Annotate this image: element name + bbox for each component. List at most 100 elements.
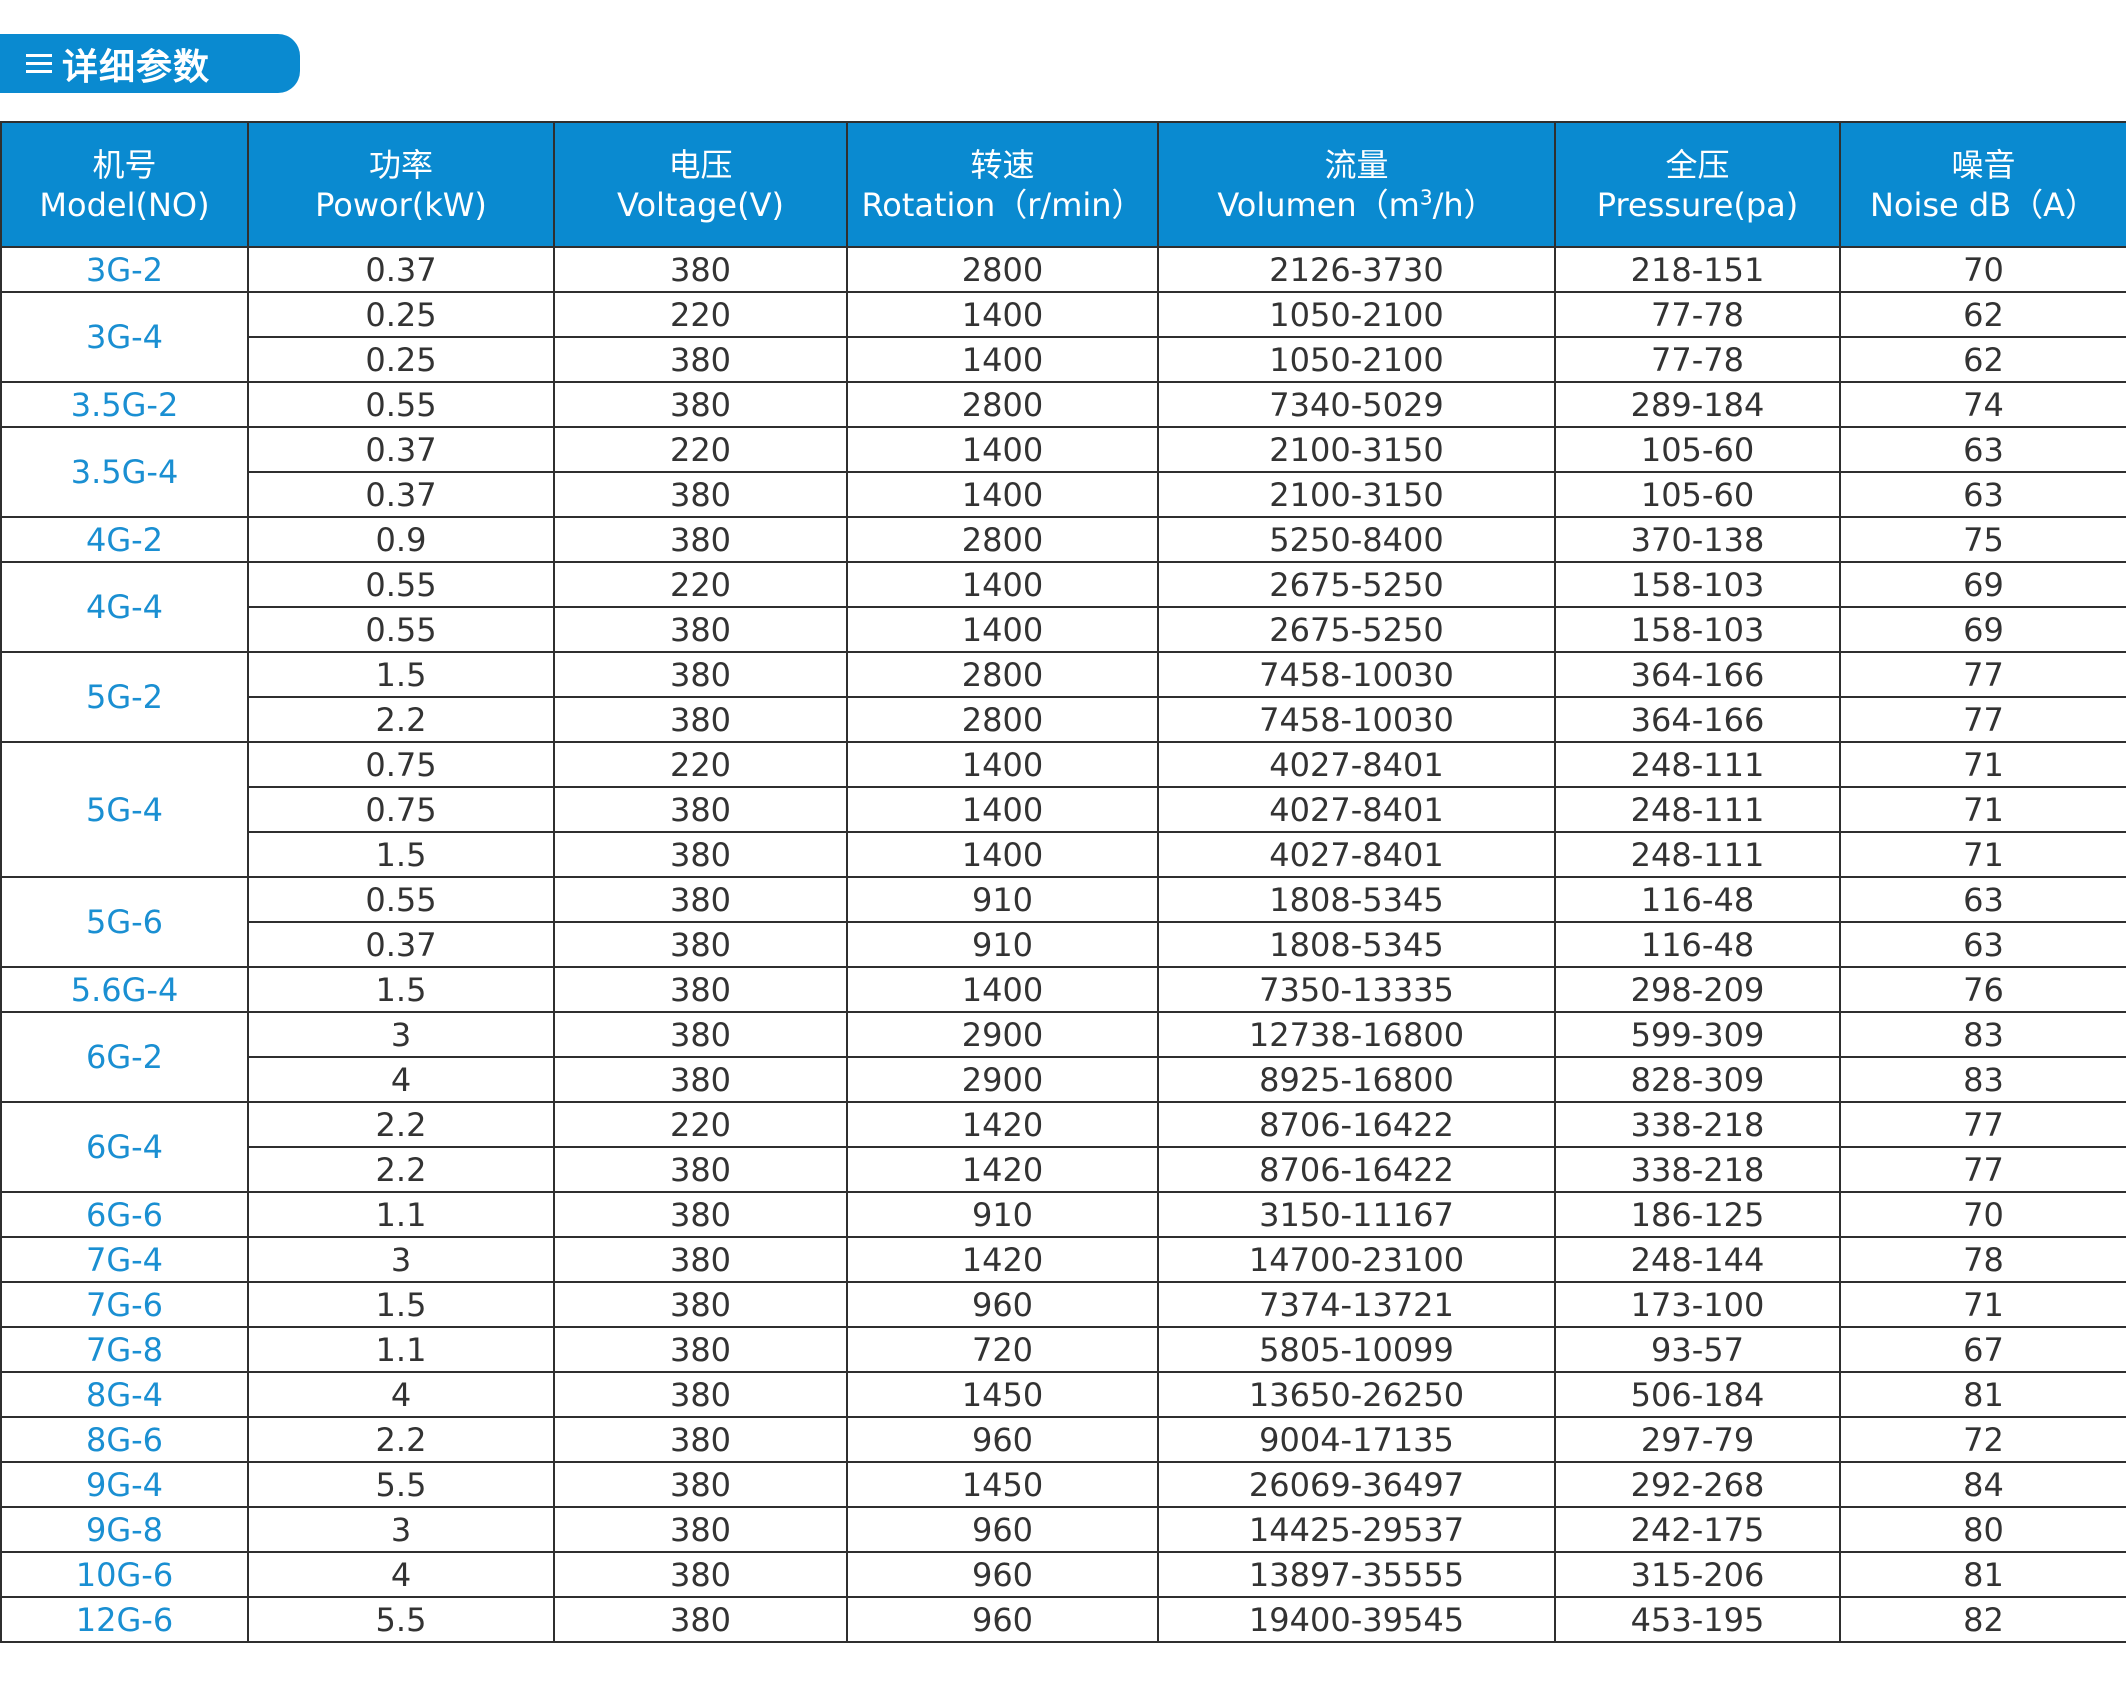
power-cell: 1.5 [247,1281,555,1328]
volume-cell: 1808-5345 [1157,921,1556,968]
model-cell: 4G-2 [0,516,249,563]
table-row: 9G-8 3 380 960 14425-29537 242-175 80 [0,1506,2126,1553]
model-cell: 5G-6 [0,876,249,968]
noise-cell: 67 [1839,1326,2126,1373]
voltage-cell: 380 [553,1236,848,1283]
volume-cell: 2100-3150 [1157,426,1556,473]
table-row: 2.2 380 2800 7458-10030 364-166 77 [1,696,2126,743]
voltage-cell: 380 [553,831,848,878]
table-row: 5.6G-4 1.5 380 1400 7350-13335 298-209 76 [0,966,2126,1013]
col-header-pressure: 全压 Pressure(pa) [1554,121,1841,248]
model-cell: 6G-4 [0,1101,249,1193]
noise-cell: 71 [1839,741,2126,788]
table-header-row: 机号 Model(NO) 功率 Powor(kW) 电压 Voltage(V) 转速 R… [0,121,2126,248]
pressure-cell: 292-268 [1554,1461,1841,1508]
table-row: 3G-4 0.25 220 1400 1050-2100 77-78 62 [0,291,2126,383]
volume-cell: 5805-10099 [1157,1326,1556,1373]
power-cell: 1.5 [247,651,555,698]
volume-cell: 7458-10030 [1157,696,1556,743]
pressure-cell: 173-100 [1554,1281,1841,1328]
noise-cell: 84 [1839,1461,2126,1508]
model-cell: 5G-2 [0,651,249,743]
power-cell: 2.2 [247,1416,555,1463]
voltage-cell: 380 [553,246,848,293]
rotation-cell: 910 [846,1191,1159,1238]
table-row: 5G-6 0.55 380 910 1808-5345 116-48 63 [0,876,2126,968]
voltage-cell: 380 [553,1461,848,1508]
noise-cell: 71 [1839,786,2126,833]
voltage-cell: 380 [553,516,848,563]
voltage-cell: 220 [553,426,848,473]
model-cell: 7G-6 [0,1281,249,1328]
table-row: 7G-4 3 380 1420 14700-23100 248-144 78 [0,1236,2126,1283]
power-cell: 2.2 [247,1101,555,1148]
noise-cell: 63 [1839,426,2126,473]
power-cell: 5.5 [247,1596,555,1643]
pressure-cell: 93-57 [1554,1326,1841,1373]
power-cell: 0.37 [247,246,555,293]
model-cell: 5G-4 [0,741,249,878]
section-title: 详细参数 [62,46,211,88]
power-cell: 4 [247,1371,555,1418]
volume-cell: 4027-8401 [1157,786,1556,833]
volume-cell: 12738-16800 [1157,1011,1556,1058]
table-row: 3.5G-2 0.55 380 2800 7340-5029 289-184 74 [0,381,2126,428]
rotation-cell: 1400 [846,336,1159,383]
noise-cell: 80 [1839,1506,2126,1553]
table-row: 2.2 380 1420 8706-16422 338-218 77 [1,1146,2126,1193]
col-header-rotation: 转速 Rotation（r/min） [846,121,1159,248]
volume-cell: 8706-16422 [1157,1101,1556,1148]
voltage-cell: 380 [553,651,848,698]
table-body: 3G-2 0.37 380 2800 2126-3730 218-151 70 3G-4 0.2… [0,246,2126,1643]
volume-cell: 14700-23100 [1157,1236,1556,1283]
pressure-cell: 248-111 [1554,831,1841,878]
pressure-cell: 248-111 [1554,786,1841,833]
pressure-cell: 105-60 [1554,426,1841,473]
rotation-cell: 2800 [846,516,1159,563]
model-cell: 3.5G-4 [0,426,249,518]
rotation-cell: 910 [846,921,1159,968]
pressure-cell: 298-209 [1554,966,1841,1013]
table-row: 8G-6 2.2 380 960 9004-17135 297-79 72 [0,1416,2126,1463]
power-cell: 0.25 [247,291,555,338]
table-row: 7G-8 1.1 380 720 5805-10099 93-57 67 [0,1326,2126,1373]
volume-cell: 13897-35555 [1157,1551,1556,1598]
pressure-cell: 828-309 [1554,1056,1841,1103]
power-cell: 0.55 [247,876,555,923]
model-cell: 7G-8 [0,1326,249,1373]
rotation-cell: 1400 [846,471,1159,518]
voltage-cell: 220 [553,291,848,338]
model-cell: 9G-8 [0,1506,249,1553]
power-cell: 1.1 [247,1326,555,1373]
voltage-cell: 380 [553,471,848,518]
pressure-cell: 105-60 [1554,471,1841,518]
rotation-cell: 2800 [846,381,1159,428]
noise-cell: 76 [1839,966,2126,1013]
pressure-cell: 506-184 [1554,1371,1841,1418]
voltage-cell: 380 [553,1281,848,1328]
volume-cell: 14425-29537 [1157,1506,1556,1553]
power-cell: 0.9 [247,516,555,563]
voltage-cell: 380 [553,1506,848,1553]
table-row: 9G-4 5.5 380 1450 26069-36497 292-268 84 [0,1461,2126,1508]
noise-cell: 77 [1839,1101,2126,1148]
col-header-volume: 流量 Volumen（m3/h） [1157,121,1556,248]
noise-cell: 70 [1839,246,2126,293]
power-cell: 4 [247,1056,555,1103]
parameters-table: 机号 Model(NO) 功率 Powor(kW) 电压 Voltage(V) 转速 R… [0,121,2126,1643]
volume-cell: 7340-5029 [1157,381,1556,428]
volume-cell: 9004-17135 [1157,1416,1556,1463]
volume-cell: 4027-8401 [1157,741,1556,788]
col-header-noise: 噪音 Noise dB（A） [1839,121,2126,248]
volume-cell: 4027-8401 [1157,831,1556,878]
model-cell: 12G-6 [0,1596,249,1643]
voltage-cell: 220 [553,561,848,608]
rotation-cell: 1400 [846,561,1159,608]
power-cell: 3 [247,1236,555,1283]
volume-cell: 7350-13335 [1157,966,1556,1013]
col-header-power: 功率 Powor(kW) [247,121,555,248]
col-header-model: 机号 Model(NO) [0,121,249,248]
noise-cell: 69 [1839,561,2126,608]
voltage-cell: 380 [553,1551,848,1598]
noise-cell: 82 [1839,1596,2126,1643]
